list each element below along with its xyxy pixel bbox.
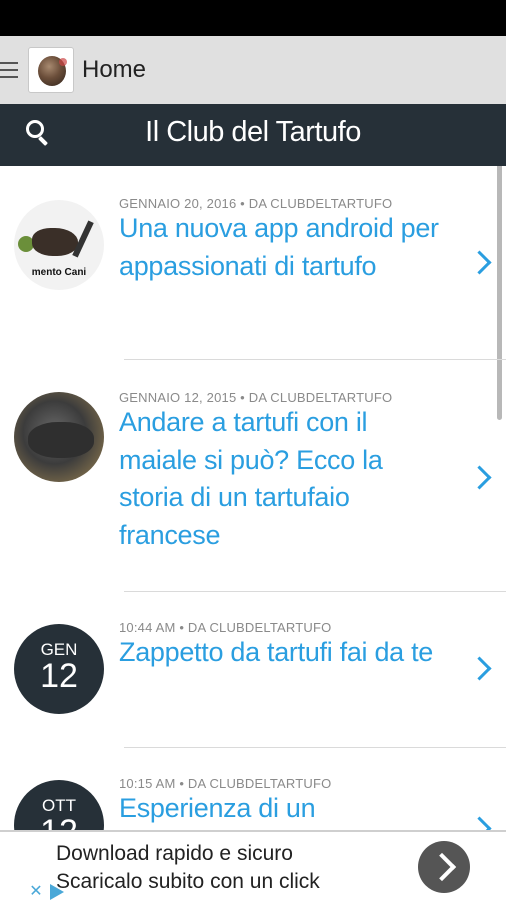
post-title[interactable]: Zappetto da tartufi fai da te: [119, 634, 439, 672]
post-thumbnail[interactable]: mento Cani: [14, 200, 104, 290]
club-logo[interactable]: [28, 47, 74, 93]
post-meta: 10:15 AM • DA CLUBDELTARTUFO: [119, 776, 332, 791]
thumbnail-caption: mento Cani: [31, 267, 87, 278]
divider: [124, 747, 506, 748]
app-bar: Home: [0, 36, 506, 104]
ad-choices-icon[interactable]: ✕: [26, 882, 72, 900]
ad-subline[interactable]: Scaricalo subito con un click: [56, 870, 320, 894]
post-title[interactable]: Andare a tartufi con il maiale si può? E…: [119, 404, 439, 554]
post-list[interactable]: mento Cani GENNAIO 20, 2016 • DA CLUBDEL…: [0, 166, 506, 830]
chevron-right-icon[interactable]: [471, 248, 489, 278]
post-meta: GENNAIO 20, 2016 • DA CLUBDELTARTUFO: [119, 196, 393, 211]
chevron-right-icon[interactable]: [471, 814, 489, 830]
app-bar-title: Home: [82, 56, 147, 83]
date-badge: GEN 12: [14, 624, 104, 714]
post-meta: GENNAIO 12, 2015 • DA CLUBDELTARTUFO: [119, 390, 393, 405]
ad-headline[interactable]: Download rapido e sicuro: [56, 842, 293, 866]
date-badge-day: 12: [14, 813, 104, 830]
chevron-right-icon[interactable]: [471, 463, 489, 493]
scrollbar[interactable]: [497, 166, 502, 420]
ad-banner[interactable]: Download rapido e sicuro Scaricalo subit…: [0, 830, 506, 900]
hamburger-icon[interactable]: [0, 62, 18, 78]
post-meta: 10:44 AM • DA CLUBDELTARTUFO: [119, 620, 332, 635]
site-title: Il Club del Tartufo: [145, 116, 361, 148]
site-header: Il Club del Tartufo: [0, 104, 506, 166]
ad-open-button[interactable]: [418, 841, 470, 893]
status-bar: [0, 0, 506, 36]
divider: [124, 591, 506, 592]
date-badge-day: 12: [40, 657, 78, 695]
post-title[interactable]: Una nuova app android per appassionati d…: [119, 210, 439, 285]
date-badge: OTT 12: [14, 780, 104, 830]
chevron-right-icon[interactable]: [471, 654, 489, 684]
divider: [124, 359, 506, 360]
post-thumbnail[interactable]: [14, 392, 104, 482]
post-title[interactable]: Esperienza di un: [119, 790, 439, 828]
